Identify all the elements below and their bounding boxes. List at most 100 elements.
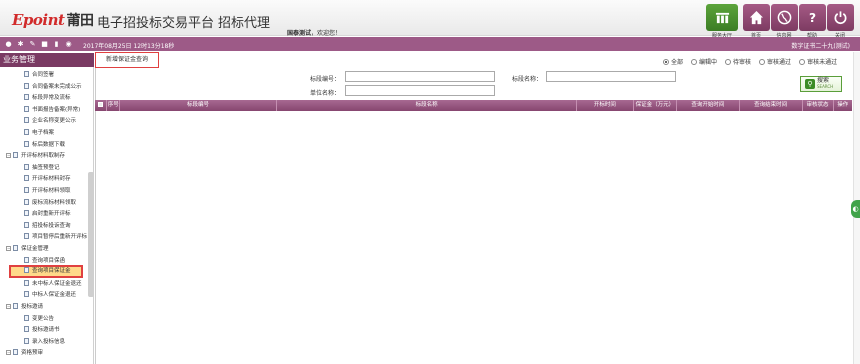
document-icon xyxy=(24,105,29,112)
sidebar-item[interactable]: 查询项目保函 xyxy=(0,256,65,266)
radio-editing[interactable] xyxy=(691,58,698,65)
sidebar-item-label: 招投标投诉查询 xyxy=(32,222,71,229)
section-no-input[interactable] xyxy=(345,71,495,82)
document-icon xyxy=(24,198,29,205)
tab-new-deposit-query[interactable]: 新增保证金查询 xyxy=(95,52,159,68)
radio-rejected[interactable] xyxy=(799,58,806,65)
document-icon xyxy=(13,303,18,309)
sidebar-item[interactable]: 启封重新开评标 xyxy=(0,209,71,219)
sidebar-item-label: 书面报告备案(异常) xyxy=(32,106,81,113)
gear-icon[interactable]: ✱ xyxy=(16,40,25,48)
radio-all[interactable] xyxy=(663,58,669,65)
sidebar-item[interactable]: 开评标材料领取 xyxy=(0,186,71,196)
document-icon xyxy=(24,279,29,286)
sidebar-item[interactable]: − 开评标材料取制存 xyxy=(0,151,65,161)
col-section-name[interactable]: 标段名称 xyxy=(277,100,578,111)
document-icon xyxy=(24,267,29,274)
system-title: 电子招投标交易平台 xyxy=(97,16,215,31)
home-button[interactable] xyxy=(743,4,770,31)
sidebar-item[interactable]: 中标人保证金退还 xyxy=(0,290,76,300)
sidebar-item[interactable]: 抽签预登记 xyxy=(0,163,60,173)
sidebar-item[interactable]: 开评标材料封存 xyxy=(0,174,71,184)
sidebar-item-label: 标后数据下载 xyxy=(32,141,66,148)
sidebar-item-label: 废标流标材料领取 xyxy=(32,199,77,206)
sidebar-item[interactable]: 电子档案 xyxy=(0,128,54,138)
side-float-icon[interactable]: ◐ xyxy=(851,200,860,218)
col-audit-status[interactable]: 审核状态 xyxy=(803,100,834,111)
sidebar-item-label: 开评标材料领取 xyxy=(32,188,71,194)
filter-all[interactable]: 全部 xyxy=(663,57,683,66)
sidebar-item[interactable]: 合同签署 xyxy=(0,70,54,80)
sidebar-item-label: 投标邀请书 xyxy=(32,327,60,334)
close-button[interactable] xyxy=(827,4,854,31)
sidebar-item-label: 抽签预登记 xyxy=(32,164,60,171)
col-query-start[interactable]: 查询开始时间 xyxy=(677,100,740,111)
wrench-icon[interactable]: ✎ xyxy=(28,40,37,48)
col-open-time[interactable]: 开标时间 xyxy=(577,100,634,111)
sidebar-item[interactable]: 书面报告备案(异常) xyxy=(0,105,80,115)
grid-header: 序号 标段编号 标段名称 开标时间 保证金（万元） 查询开始时间 查询结束时间 … xyxy=(95,100,852,111)
system-subtitle: 招标代理 xyxy=(218,16,271,31)
help-button[interactable]: ? xyxy=(799,4,826,31)
filter-editing[interactable]: 编辑中 xyxy=(691,57,717,66)
sidebar-item[interactable]: 企业名称变更公示 xyxy=(0,116,76,126)
sidebar-scrollbar[interactable] xyxy=(88,172,94,297)
unit-name-input[interactable] xyxy=(345,85,495,96)
document-icon xyxy=(13,349,18,356)
sidebar-item-label: 资格预审 xyxy=(21,350,44,357)
collapse-icon[interactable]: − xyxy=(6,245,11,251)
sidebar-item[interactable]: 项目暂停后重新开评标 xyxy=(0,232,87,242)
sidebar-item[interactable]: 未中标人保证金退还 xyxy=(0,279,82,289)
document-icon xyxy=(24,175,29,182)
select-all-checkbox[interactable] xyxy=(95,100,108,111)
books-icon[interactable]: ▮ xyxy=(52,40,61,48)
document-icon xyxy=(24,221,29,228)
collapse-icon[interactable]: − xyxy=(6,349,11,355)
sidebar-item[interactable]: − 投标邀请 xyxy=(0,302,43,312)
sidebar-item-label: 合同备案未完成公示 xyxy=(32,83,82,90)
user-icon[interactable]: ◉ xyxy=(64,40,73,48)
sidebar-item[interactable]: 查询项目保证金 xyxy=(9,265,83,279)
help-icon: ? xyxy=(809,11,816,25)
sidebar-item[interactable]: 废标流标材料领取 xyxy=(0,198,76,208)
document-icon xyxy=(24,233,29,240)
section-name-label: 标段名称： xyxy=(511,76,542,83)
filter-pending[interactable]: 待审核 xyxy=(725,57,751,66)
section-no-label: 标段编号： xyxy=(309,76,340,83)
filter-approved[interactable]: 审核通过 xyxy=(759,57,791,66)
collapse-icon[interactable]: − xyxy=(6,152,11,158)
section-name-input[interactable] xyxy=(546,71,676,82)
col-section-no[interactable]: 标段编号 xyxy=(120,100,278,111)
col-index[interactable]: 序号 xyxy=(107,100,120,111)
sidebar-item[interactable]: 录入投标信息 xyxy=(0,337,65,347)
radio-approved[interactable] xyxy=(759,58,766,65)
search-button[interactable]: ⚲ 搜索 SEARCH xyxy=(800,76,842,92)
sidebar-item[interactable]: 标后数据下载 xyxy=(0,140,65,150)
sidebar-item[interactable]: 合同备案未完成公示 xyxy=(0,82,82,92)
chat-icon[interactable]: ● xyxy=(4,40,13,48)
sidebar-item[interactable]: 变更公告 xyxy=(0,314,54,324)
sidebar-item-label: 项目暂停后重新开评标 xyxy=(32,234,88,241)
document-icon xyxy=(13,245,18,251)
sidebar-item[interactable]: − 资格预审 xyxy=(0,348,43,358)
sidebar-item[interactable]: 标段异常及流标 xyxy=(0,93,71,103)
sidebar-item-label: 查询项目保函 xyxy=(32,257,66,264)
collapse-icon[interactable]: − xyxy=(6,303,11,309)
col-deposit[interactable]: 保证金（万元） xyxy=(634,100,678,111)
sidebar-item[interactable]: 招投标投诉查询 xyxy=(0,221,71,231)
filter-rejected[interactable]: 审核未通过 xyxy=(799,57,837,66)
info-net-button[interactable] xyxy=(771,4,798,31)
service-hall-icon xyxy=(715,12,729,24)
document-icon xyxy=(24,187,29,193)
lock-icon[interactable]: ■ xyxy=(40,40,49,48)
service-hall-button[interactable] xyxy=(706,4,738,31)
sidebar-item-label: 开评标材料取制存 xyxy=(21,153,66,160)
sidebar-item[interactable]: − 保证金管理 xyxy=(0,244,49,254)
radio-pending[interactable] xyxy=(725,58,732,65)
document-icon xyxy=(24,210,29,217)
col-query-end[interactable]: 查询结束时间 xyxy=(740,100,803,111)
col-action[interactable]: 操作 xyxy=(834,100,853,111)
sidebar-item[interactable]: 投标邀请书 xyxy=(0,325,60,335)
sidebar-item-label: 查询项目保证金 xyxy=(32,268,71,275)
certificate-name: 数字证书二十九(测试) xyxy=(791,43,850,50)
